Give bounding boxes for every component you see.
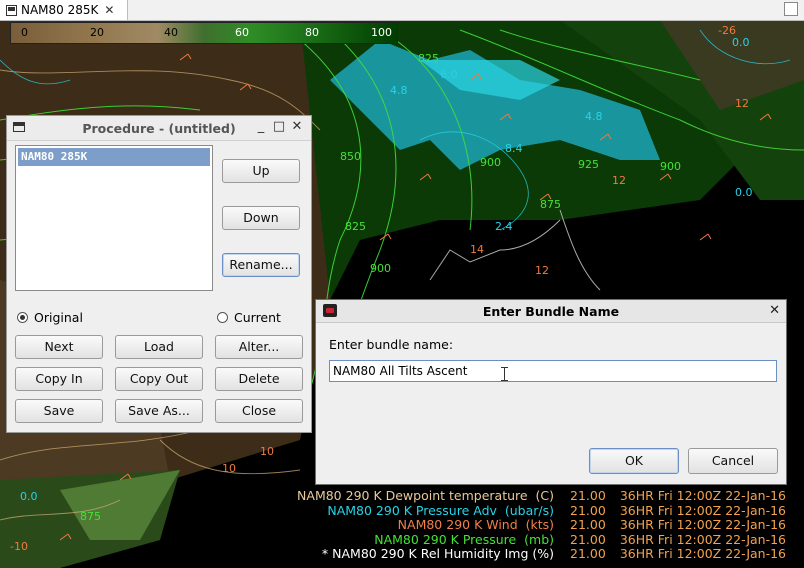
svg-text:900: 900 <box>370 262 391 275</box>
list-item[interactable]: NAM80 285K <box>18 148 210 166</box>
dialog-titlebar[interactable]: Enter Bundle Name ✕ <box>316 300 786 323</box>
colorbar-tick: 100 <box>371 26 392 39</box>
tab-nam80-285k[interactable]: NAM80 285K ✕ <box>0 0 128 20</box>
legend-label: * NAM80 290 K Rel Humidity Img (%) <box>321 546 555 561</box>
bundle-name-input[interactable] <box>329 360 777 382</box>
legend-value: 21.00 <box>570 488 606 503</box>
legend-label: NAM80 290 K Wind (kts) <box>397 517 555 532</box>
svg-text:0.0: 0.0 <box>732 36 750 49</box>
legend-time: 36HR Fri 12:00Z 22-Jan-16 <box>619 531 786 547</box>
svg-text:10: 10 <box>260 445 274 458</box>
next-button[interactable]: Next <box>15 335 103 359</box>
legend-row[interactable]: NAM80 290 K Pressure (mb) 21.00 36HR Fri 1… <box>297 531 786 548</box>
svg-text:4.8: 4.8 <box>585 110 603 123</box>
legend: NAM80 290 K Dewpoint temperature (C) 21.0… <box>297 488 786 562</box>
legend-value: 21.00 <box>570 546 606 561</box>
svg-text:8.4: 8.4 <box>505 142 523 155</box>
minimize-icon[interactable]: _ <box>253 119 269 134</box>
svg-text:825: 825 <box>418 52 439 65</box>
legend-time: 36HR Fri 12:00Z 22-Jan-16 <box>619 546 786 561</box>
window-icon <box>6 4 17 16</box>
text-cursor-icon <box>501 367 509 381</box>
svg-text:900: 900 <box>480 156 501 169</box>
enter-bundle-name-dialog: Enter Bundle Name ✕ Enter bundle name: O… <box>315 299 787 485</box>
colorbar-tick: 40 <box>164 26 178 39</box>
legend-row[interactable]: NAM80 290 K Wind (kts) 21.00 36HR Fri 12:0… <box>297 517 786 533</box>
colorbar-tick: 0 <box>21 26 28 39</box>
colorbar-tick: 60 <box>235 26 249 39</box>
current-radio[interactable]: Current <box>217 310 281 325</box>
svg-text:14: 14 <box>470 243 484 256</box>
bundle-name-label: Enter bundle name: <box>329 337 454 352</box>
tab-label: NAM80 285K <box>21 3 99 17</box>
maximize-icon[interactable]: □ <box>271 119 287 134</box>
legend-value: 21.00 <box>570 517 606 532</box>
radio-unchecked-icon[interactable] <box>217 312 228 323</box>
radio-checked-icon[interactable] <box>17 312 28 323</box>
svg-text:900: 900 <box>660 160 681 173</box>
legend-label: NAM80 290 K Pressure (mb) <box>374 531 555 547</box>
svg-text:12: 12 <box>535 264 549 277</box>
legend-time: 36HR Fri 12:00Z 22-Jan-16 <box>619 488 786 503</box>
close-icon[interactable]: ✕ <box>289 119 305 134</box>
legend-label: NAM80 290 K Dewpoint temperature (C) <box>297 488 555 503</box>
colorbar: 0 20 40 60 80 100 <box>10 22 398 44</box>
save-as-button[interactable]: Save As... <box>115 399 203 423</box>
down-button[interactable]: Down <box>222 206 300 230</box>
svg-text:6.0: 6.0 <box>440 68 458 81</box>
svg-text:0.0: 0.0 <box>20 490 38 503</box>
procedure-list[interactable]: NAM80 285K <box>15 145 213 291</box>
load-button[interactable]: Load <box>115 335 203 359</box>
legend-label: NAM80 290 K Pressure Adv (ubar/s) <box>327 502 555 518</box>
procedure-titlebar[interactable]: Procedure - (untitled) _ □ ✕ <box>7 116 311 141</box>
original-radio[interactable]: Original <box>17 310 83 325</box>
svg-text:4.8: 4.8 <box>390 84 408 97</box>
svg-text:850: 850 <box>340 150 361 163</box>
legend-row[interactable]: NAM80 290 K Pressure Adv (ubar/s) 21.00 36… <box>297 502 786 519</box>
close-icon[interactable]: ✕ <box>769 303 780 318</box>
cancel-button[interactable]: Cancel <box>688 448 778 474</box>
editor-tab-strip: NAM80 285K ✕ <box>0 0 804 21</box>
svg-text:825: 825 <box>345 220 366 233</box>
svg-text:-10: -10 <box>10 540 28 553</box>
svg-text:925: 925 <box>578 158 599 171</box>
rename-button[interactable]: Rename... <box>222 253 300 277</box>
maximize-icon[interactable] <box>784 2 798 16</box>
save-button[interactable]: Save <box>15 399 103 423</box>
close-icon[interactable]: ✕ <box>104 3 114 17</box>
legend-time: 36HR Fri 12:00Z 22-Jan-16 <box>619 517 786 532</box>
svg-text:0.0: 0.0 <box>735 186 753 199</box>
legend-time: 36HR Fri 12:00Z 22-Jan-16 <box>619 502 786 518</box>
svg-text:10: 10 <box>222 462 236 475</box>
svg-text:12: 12 <box>735 97 749 110</box>
close-button[interactable]: Close <box>215 399 303 423</box>
legend-row[interactable]: * NAM80 290 K Rel Humidity Img (%) 21.00 3… <box>297 546 786 562</box>
legend-row[interactable]: NAM80 290 K Dewpoint temperature (C) 21.0… <box>297 488 786 504</box>
original-radio-label: Original <box>34 310 83 325</box>
svg-text:875: 875 <box>540 198 561 211</box>
legend-value: 21.00 <box>570 502 606 518</box>
copy-out-button[interactable]: Copy Out <box>115 367 203 391</box>
svg-text:12: 12 <box>612 174 626 187</box>
colorbar-tick: 20 <box>90 26 104 39</box>
dialog-title: Enter Bundle Name <box>482 304 620 319</box>
current-radio-label: Current <box>234 310 281 325</box>
legend-value: 21.00 <box>570 531 606 547</box>
copy-in-button[interactable]: Copy In <box>15 367 103 391</box>
procedure-window: Procedure - (untitled) _ □ ✕ NAM80 285K … <box>6 115 312 433</box>
svg-text:2.4: 2.4 <box>495 220 513 233</box>
delete-button[interactable]: Delete <box>215 367 303 391</box>
alter-button[interactable]: Alter... <box>215 335 303 359</box>
ok-button[interactable]: OK <box>589 448 679 474</box>
colorbar-tick: 80 <box>305 26 319 39</box>
up-button[interactable]: Up <box>222 159 300 183</box>
svg-text:875: 875 <box>80 510 101 523</box>
